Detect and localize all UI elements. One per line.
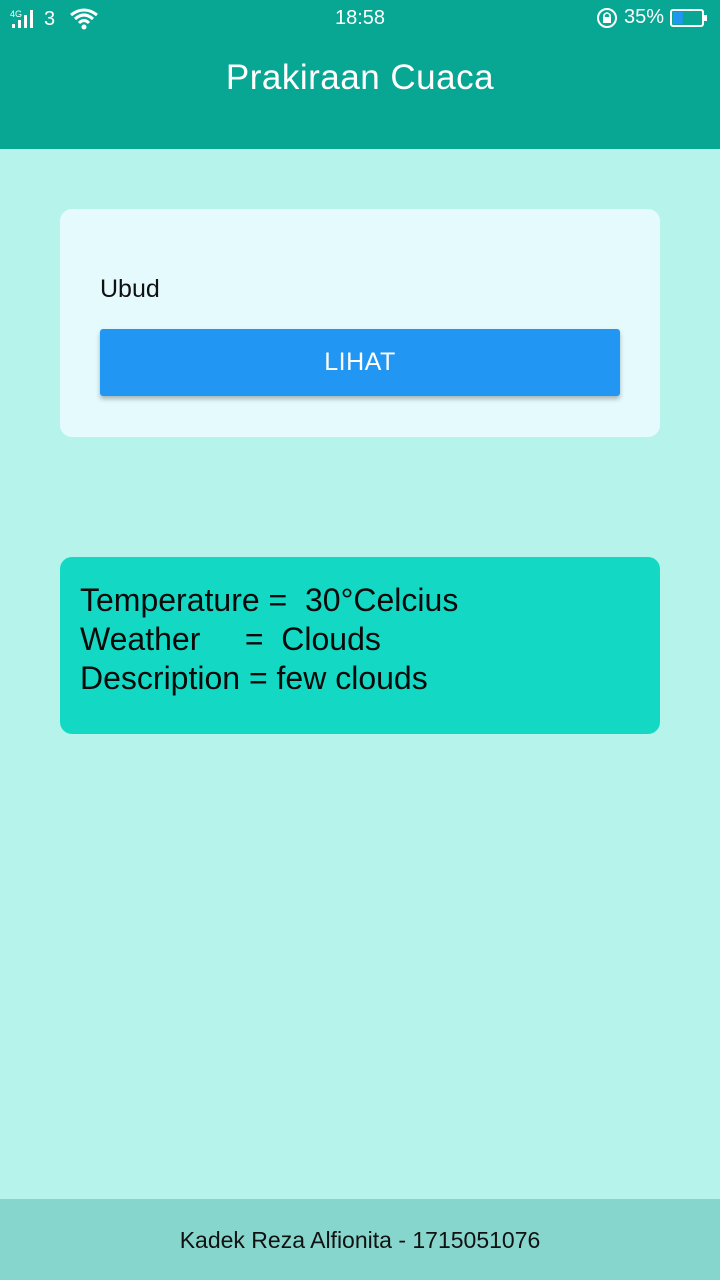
description-line: Description = few clouds <box>80 660 428 696</box>
page-title: Prakiraan Cuaca <box>225 58 495 97</box>
input-card: LIHAT <box>60 209 660 437</box>
rotation-lock-icon <box>596 7 617 28</box>
battery-icon <box>670 8 707 27</box>
result-card: Temperature = 30°Celcius Weather = Cloud… <box>60 557 660 734</box>
battery-percent: 35% <box>623 6 664 28</box>
city-input[interactable] <box>100 275 620 304</box>
weather-line: Weather = Clouds <box>80 621 381 657</box>
lihat-button[interactable]: LIHAT <box>100 329 620 396</box>
footer: Kadek Reza Alfionita - 1715051076 <box>0 1199 720 1280</box>
footer-credit: Kadek Reza Alfionita - 1715051076 <box>179 1227 541 1253</box>
status-right: 35% <box>596 6 708 29</box>
temperature-line: Temperature = 30°Celcius <box>80 582 459 618</box>
status-bar: 4G 3 18:58 35% <box>0 0 720 38</box>
app-bar: Prakiraan Cuaca <box>0 38 720 149</box>
